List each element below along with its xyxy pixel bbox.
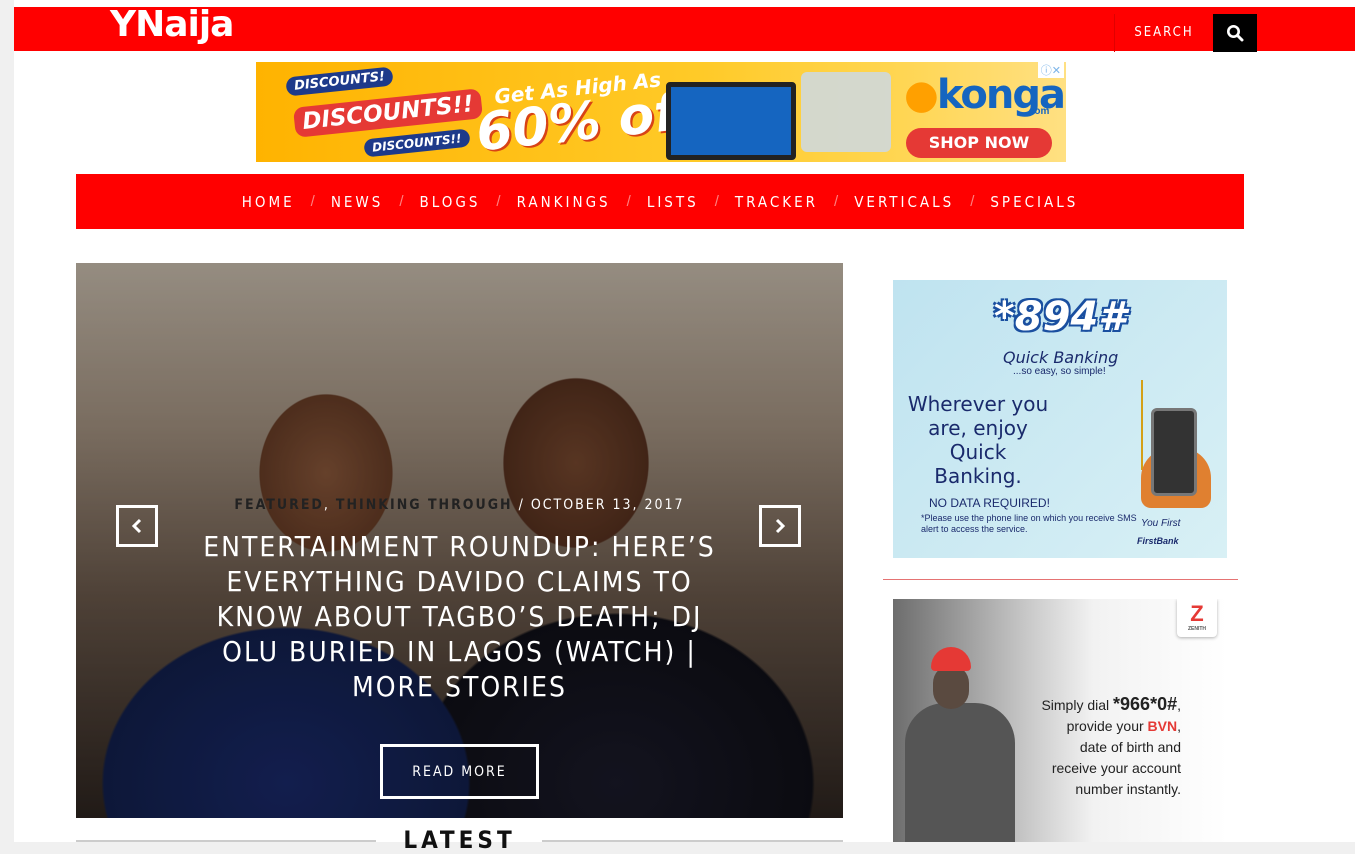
zenith-logo: Z ZENITH: [1177, 599, 1217, 637]
featured-slider: FEATURED, THINKING THROUGH / OCTOBER 13,…: [76, 263, 843, 818]
nav-blogs[interactable]: BLOGS: [420, 193, 481, 211]
nav-separator: /: [399, 193, 404, 210]
red-cap-image: [931, 647, 971, 671]
site-logo[interactable]: YNaija .com: [110, 5, 234, 60]
search-icon: [1227, 25, 1244, 42]
sidebar-divider: [883, 579, 1238, 580]
chevron-right-icon: [775, 518, 786, 534]
ad-no-data: NO DATA REQUIRED!: [929, 496, 1050, 510]
gadget-image: [801, 72, 891, 152]
nav-separator: /: [970, 193, 975, 210]
top-header-bar: YNaija .com SEARCH: [14, 5, 1355, 60]
ad-choices-icon[interactable]: ⓘ✕: [1037, 62, 1064, 78]
search-input[interactable]: SEARCH: [1114, 14, 1213, 52]
nav-specials[interactable]: SPECIALS: [990, 193, 1078, 211]
nav-rankings[interactable]: RANKINGS: [517, 193, 611, 211]
ad-connector-lines: [1061, 380, 1143, 470]
slide-meta: FEATURED, THINKING THROUGH / OCTOBER 13,…: [234, 497, 685, 513]
person-head-image: [933, 665, 969, 709]
shop-now-button[interactable]: SHOP NOW: [906, 128, 1052, 158]
nav-tracker[interactable]: TRACKER: [735, 193, 818, 211]
nav-verticals[interactable]: VERTICALS: [854, 193, 954, 211]
main-nav: HOME / NEWS / BLOGS / RANKINGS / LISTS / TRAC…: [76, 174, 1244, 229]
zenith-ad[interactable]: Z ZENITH Simply dial *966*0#, provide you…: [893, 599, 1227, 842]
ad-body: Simply dial *966*0#, provide your BVN, d…: [1041, 694, 1181, 797]
category-link[interactable]: THINKING THROUGH: [336, 497, 513, 513]
ad-ussd-code: *894#: [993, 294, 1127, 340]
ad-slogan: You First: [1141, 518, 1181, 529]
konga-logo-domain: .com: [1026, 106, 1050, 117]
latest-heading: LATEST: [403, 826, 516, 854]
nav-home[interactable]: HOME: [242, 193, 295, 211]
ad-title: Quick Banking: [1003, 348, 1119, 367]
nav-separator: /: [496, 193, 501, 210]
ad-note: *Please use the phone line on which you …: [921, 513, 1137, 534]
nav-separator: /: [834, 193, 839, 210]
ad-tag: DISCOUNTS!!: [363, 128, 471, 158]
ad-tag: DISCOUNTS!: [285, 66, 394, 97]
person-image: [905, 703, 1015, 842]
nav-separator: /: [626, 193, 631, 210]
nav-separator: /: [714, 193, 719, 210]
firstbank-logo: FirstBank: [1137, 536, 1179, 546]
slide-date: OCTOBER 13, 2017: [530, 497, 685, 513]
search-button[interactable]: [1213, 14, 1257, 52]
firstbank-ad[interactable]: *894# Quick Banking ...so easy, so simpl…: [893, 280, 1227, 558]
slide-title[interactable]: ENTERTAINMENT ROUNDUP: HERE’S EVERYTHING…: [186, 529, 733, 704]
latest-section-header: LATEST: [76, 826, 843, 854]
chevron-left-icon: [131, 518, 142, 534]
read-more-button[interactable]: READ MORE: [380, 744, 539, 799]
ad-body: Wherever you are, enjoy Quick Banking.: [907, 392, 1049, 488]
nav-separator: /: [310, 193, 315, 210]
konga-banner-ad[interactable]: DISCOUNTS! DISCOUNTS!! DISCOUNTS!! Get A…: [256, 62, 1066, 162]
laptop-image: [666, 82, 796, 160]
category-link[interactable]: FEATURED: [234, 497, 323, 513]
nav-news[interactable]: NEWS: [331, 193, 384, 211]
phone-image: [1151, 408, 1197, 496]
ad-tagline: ...so easy, so simple!: [1013, 366, 1106, 377]
nav-lists[interactable]: LISTS: [647, 193, 699, 211]
